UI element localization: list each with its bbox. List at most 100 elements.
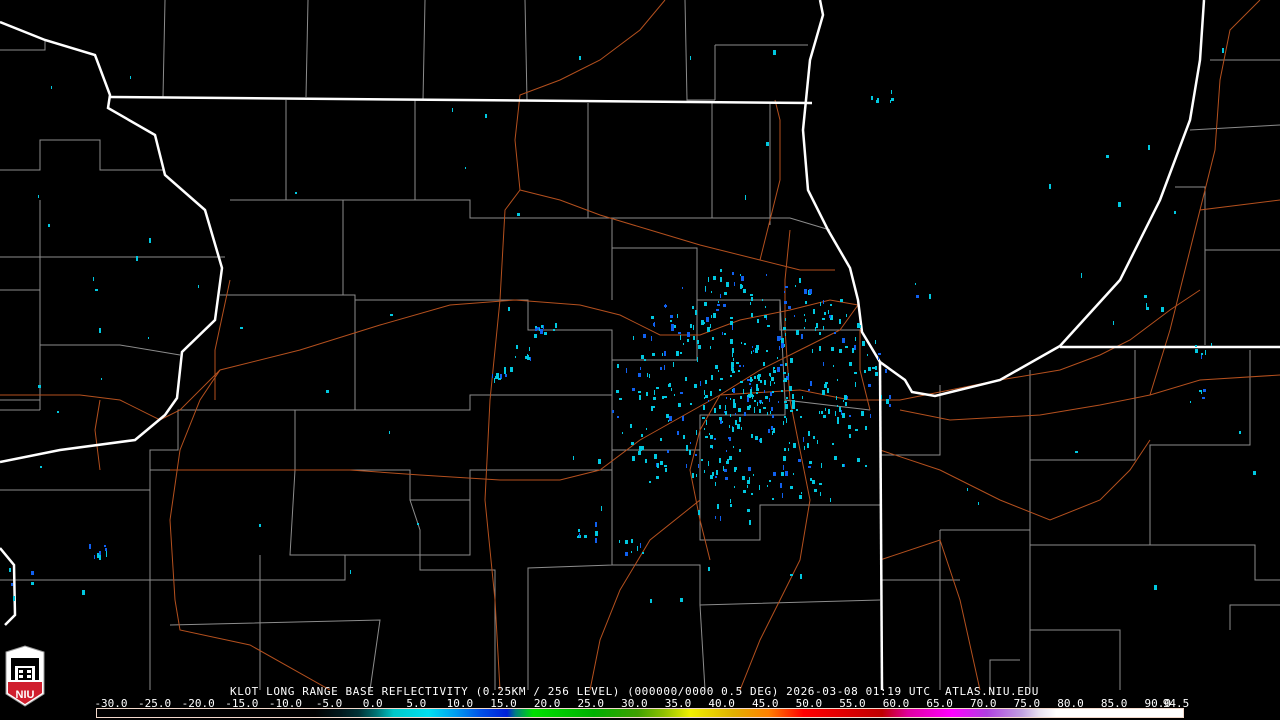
radar-echo — [350, 570, 351, 574]
radar-echo — [736, 362, 739, 364]
radar-echo — [633, 336, 634, 340]
radar-echo — [736, 467, 737, 470]
radar-echo — [553, 329, 555, 331]
radar-echo — [785, 471, 788, 476]
radar-echo — [630, 424, 632, 428]
radar-echo — [640, 543, 641, 548]
radar-echo — [390, 314, 393, 316]
radar-echo — [504, 369, 506, 374]
radar-echo — [734, 486, 735, 488]
radar-echo — [786, 397, 788, 399]
radar-echo — [698, 510, 700, 515]
radar-echo — [683, 435, 685, 439]
radar-echo — [781, 472, 784, 476]
radar-echo — [812, 480, 815, 484]
radar-echo — [544, 332, 547, 335]
radar-echo — [452, 108, 453, 112]
radar-echo — [89, 544, 91, 549]
radar-echo — [1146, 307, 1149, 310]
radar-echo — [732, 371, 735, 373]
radar-echo — [747, 379, 750, 381]
radar-echo — [106, 553, 107, 557]
radar-echo — [789, 442, 790, 444]
radar-echo — [744, 343, 746, 345]
radar-echo — [777, 367, 780, 372]
radar-echo — [819, 411, 820, 414]
radar-echo — [643, 334, 646, 338]
radar-echo — [767, 412, 768, 415]
radar-echo — [759, 409, 761, 413]
radar-echo — [696, 430, 697, 435]
radar-echo — [738, 370, 740, 372]
radar-echo — [1205, 350, 1206, 355]
radar-echo — [760, 380, 762, 383]
radar-map — [0, 0, 1280, 690]
radar-echo — [868, 367, 871, 371]
radar-echo — [762, 299, 763, 301]
radar-echo — [702, 417, 705, 419]
radar-echo — [669, 383, 671, 387]
radar-echo — [682, 287, 683, 289]
radar-echo — [735, 420, 737, 425]
radar-echo — [800, 416, 802, 418]
radar-echo — [717, 504, 719, 509]
radar-echo — [751, 313, 753, 317]
radar-echo — [730, 499, 731, 503]
radar-echo — [579, 533, 580, 537]
radar-echo — [720, 269, 722, 272]
radar-echo — [886, 399, 889, 404]
radar-echo — [510, 367, 513, 372]
radar-echoes — [9, 48, 1256, 603]
radar-echo — [834, 332, 836, 334]
county-lines — [0, 0, 1280, 690]
radar-echo — [821, 411, 823, 414]
radar-echo — [697, 357, 698, 362]
radar-echo — [130, 76, 131, 79]
radar-echo — [795, 285, 796, 287]
radar-echo — [734, 282, 735, 286]
radar-echo — [515, 356, 516, 358]
radar-echo — [690, 324, 692, 328]
radar-echo — [804, 289, 807, 294]
radar-echo — [702, 322, 705, 324]
radar-echo — [831, 347, 834, 351]
radar-echo — [849, 415, 851, 417]
radar-echo — [783, 380, 785, 382]
radar-echo — [540, 329, 543, 334]
radar-echo — [656, 476, 659, 479]
radar-echo — [784, 416, 786, 418]
radar-echo — [823, 415, 826, 418]
radar-echo — [93, 277, 94, 281]
radar-echo — [855, 429, 858, 431]
radar-echo — [790, 410, 793, 412]
radar-echo — [751, 351, 752, 354]
radar-echo — [849, 434, 851, 438]
radar-echo — [198, 285, 199, 288]
radar-echo — [671, 329, 674, 331]
radar-echo — [828, 409, 830, 414]
radar-echo — [1211, 343, 1212, 346]
radar-echo — [1106, 155, 1109, 158]
radar-echo — [541, 325, 543, 328]
radar-echo — [749, 520, 751, 525]
radar-echo — [867, 354, 868, 356]
radar-echo — [619, 398, 622, 400]
radar-echo — [1081, 273, 1082, 278]
radar-echo — [747, 509, 750, 512]
radar-echo — [770, 411, 771, 414]
radar-echo — [104, 545, 106, 547]
radar-echo — [1174, 211, 1176, 214]
radar-echo — [680, 352, 682, 354]
radar-echo — [802, 396, 803, 399]
radar-echo — [495, 376, 498, 379]
radar-echo — [136, 256, 138, 261]
radar-echo — [790, 574, 793, 576]
radar-echo — [632, 388, 635, 391]
radar-echo — [842, 413, 845, 418]
radar-echo — [747, 406, 750, 410]
radar-echo — [839, 349, 842, 353]
radar-echo — [1253, 471, 1256, 475]
radar-echo — [752, 379, 753, 381]
radar-echo — [664, 365, 665, 370]
radar-echo — [38, 195, 39, 198]
